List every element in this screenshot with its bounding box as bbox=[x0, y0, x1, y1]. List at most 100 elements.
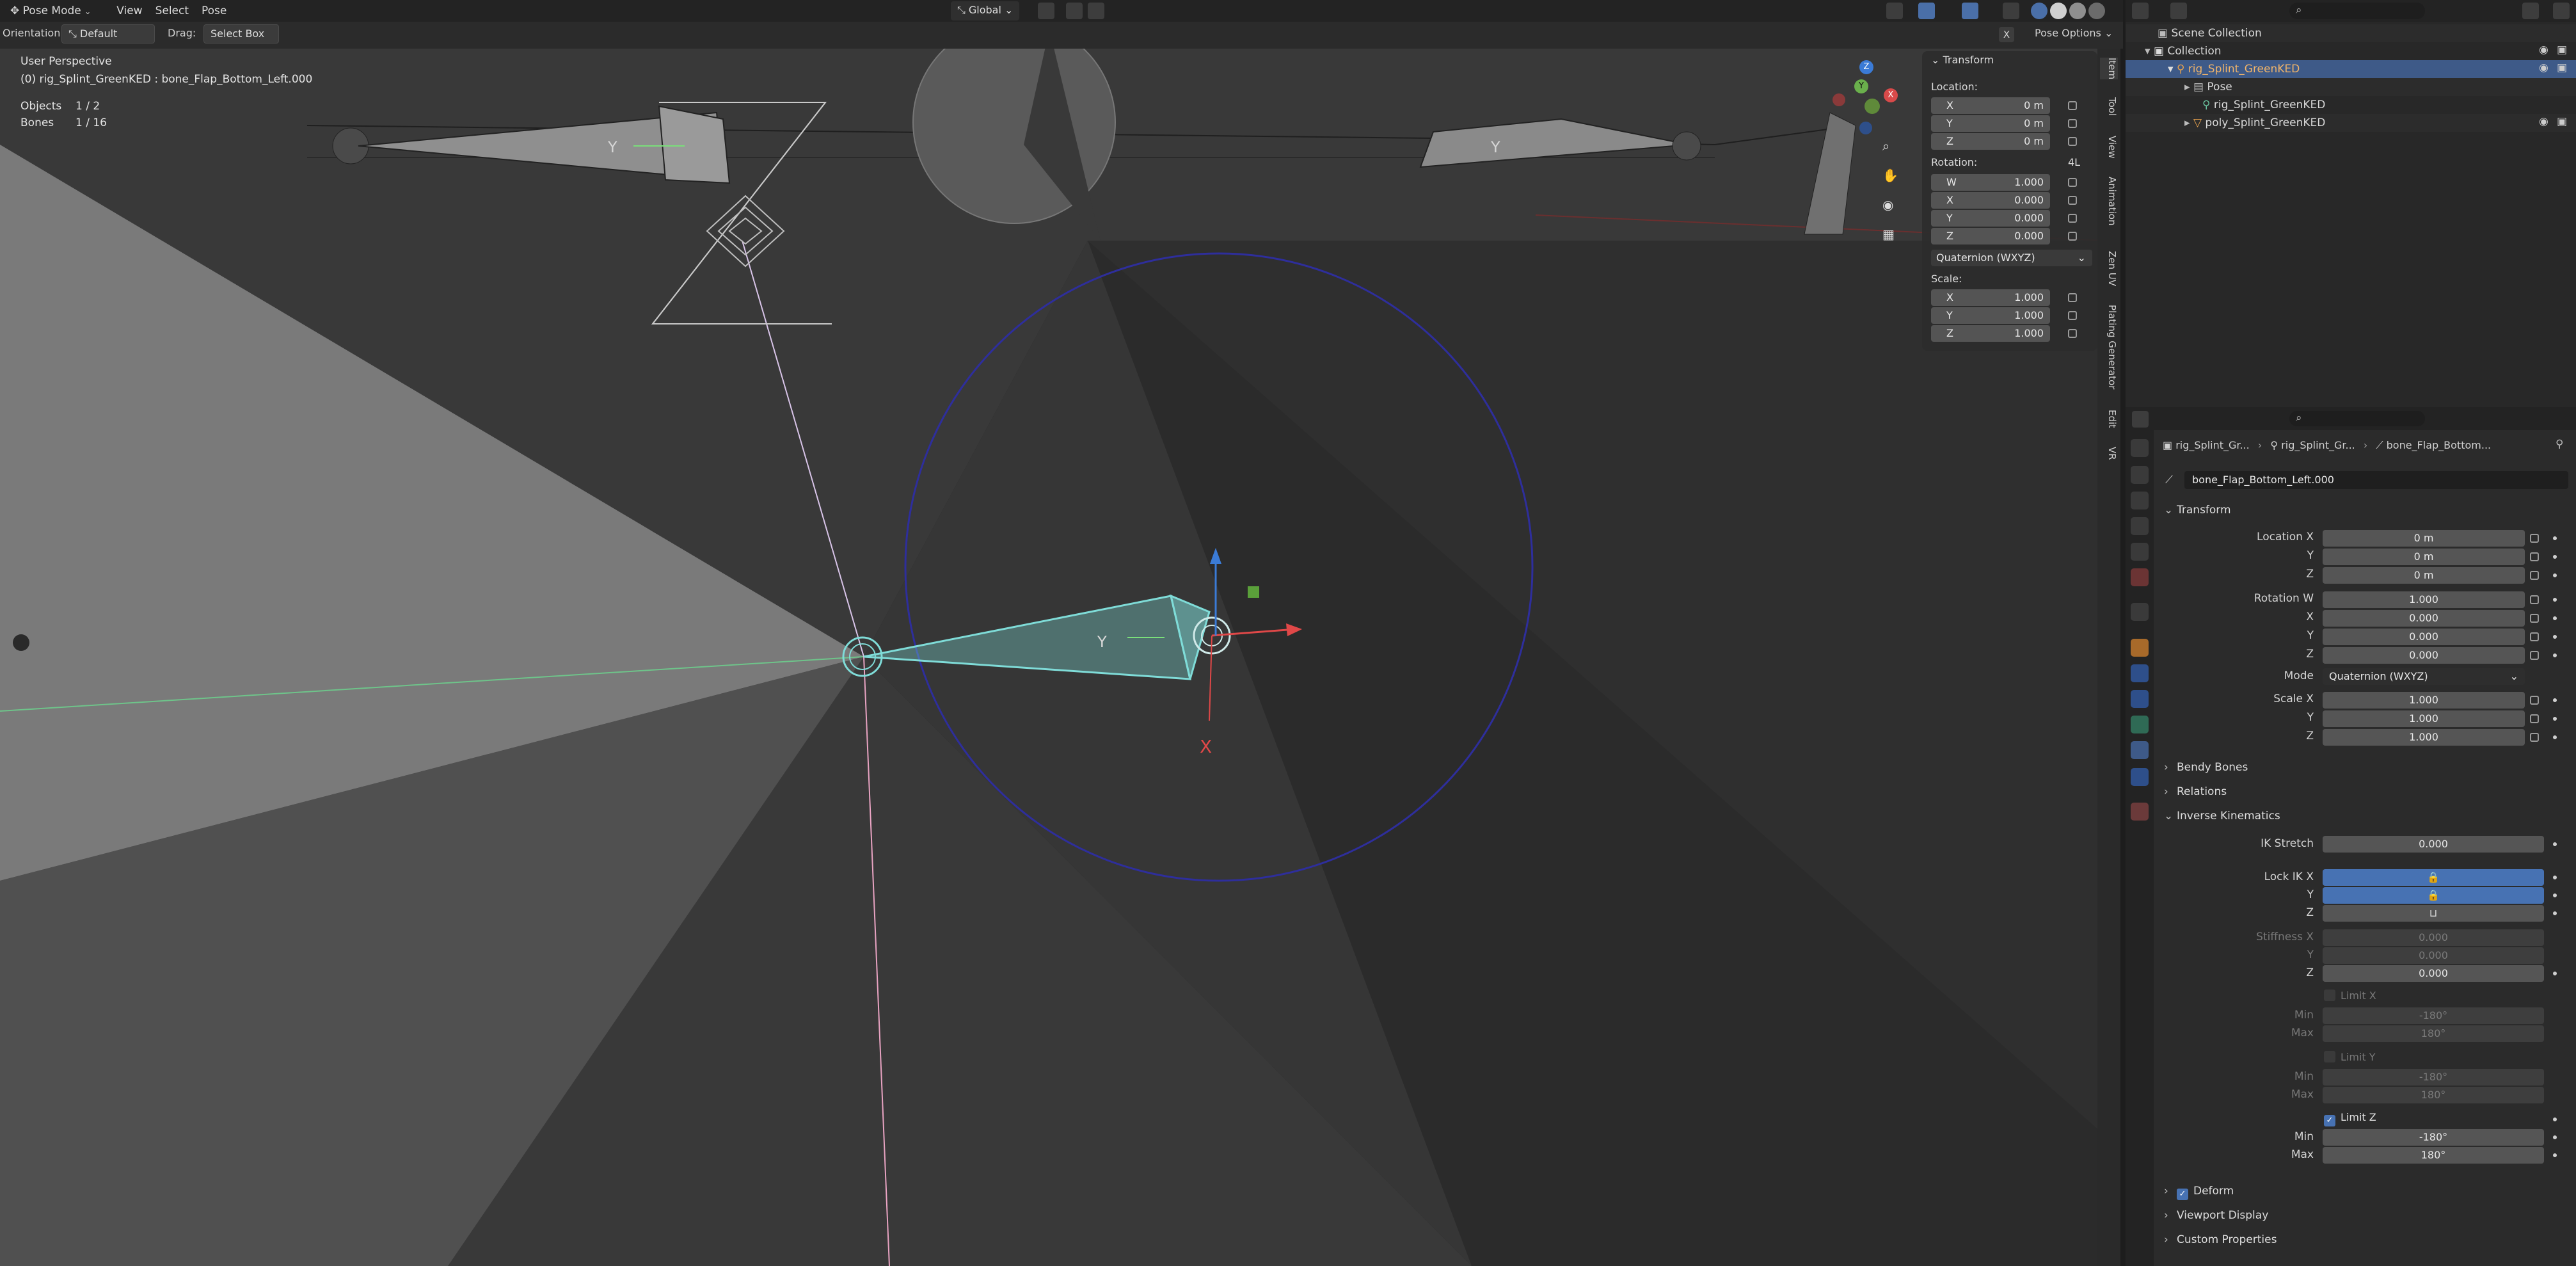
display-mode-icon[interactable] bbox=[2170, 3, 2187, 19]
physics-tab-icon[interactable] bbox=[2131, 690, 2149, 708]
np-rotation-w[interactable]: W 1.000 bbox=[1931, 174, 2050, 191]
outliner-scene-collection[interactable]: ▣ Scene Collection bbox=[2126, 24, 2576, 42]
lock-icon[interactable] bbox=[2068, 311, 2077, 320]
keyframe-dot[interactable] bbox=[2553, 1135, 2557, 1139]
collection-tab-icon[interactable] bbox=[2131, 603, 2149, 621]
transform-section-header[interactable]: ⌄ Transform bbox=[2164, 499, 2567, 521]
tab-item[interactable]: Item bbox=[2100, 58, 2118, 80]
keyframe-dot[interactable] bbox=[2553, 842, 2557, 846]
np-scale-x[interactable]: X 1.000 bbox=[1931, 289, 2050, 306]
orientation-dropdown[interactable]: ⤡ Default bbox=[61, 24, 155, 44]
keyframe-dot[interactable] bbox=[2553, 555, 2557, 559]
scene-tab-icon[interactable] bbox=[2131, 543, 2149, 561]
lock-icon[interactable] bbox=[2530, 651, 2539, 660]
lock-icon[interactable] bbox=[2068, 178, 2077, 187]
tool-tab-icon[interactable] bbox=[2131, 439, 2149, 457]
world-tab-icon[interactable] bbox=[2131, 568, 2149, 586]
pan-hand-icon[interactable]: ✋ bbox=[1882, 168, 1899, 184]
keyframe-dot[interactable] bbox=[2553, 735, 2557, 739]
lock-icon[interactable] bbox=[2068, 196, 2077, 205]
transform-orientation-dropdown[interactable]: ⤡ Global ⌄ bbox=[951, 1, 1020, 20]
np-rotation-mode-dropdown[interactable]: Quaternion (WXYZ) ⌄ bbox=[1931, 250, 2092, 266]
relations-section-header[interactable]: › Relations bbox=[2164, 781, 2567, 803]
breadcrumb-object[interactable]: rig_Splint_Gr... bbox=[2175, 439, 2250, 451]
camera-icon[interactable]: ▣ bbox=[2557, 61, 2567, 74]
camera-view-icon[interactable]: ◉ bbox=[1882, 197, 1899, 214]
keyframe-dot[interactable] bbox=[2553, 717, 2557, 721]
tab-plating-generator[interactable]: Plating Generator bbox=[2100, 305, 2118, 389]
view-layer-tab-icon[interactable] bbox=[2131, 517, 2149, 535]
stiffness-y-field[interactable]: 0.000 bbox=[2323, 947, 2544, 964]
pivot-point-icon[interactable] bbox=[1038, 3, 1054, 19]
np-location-y[interactable]: Y 0 m bbox=[1931, 115, 2050, 132]
inverse-kinematics-section-header[interactable]: ⌄ Inverse Kinematics bbox=[2164, 805, 2567, 827]
navigation-gizmo[interactable]: Z Y X bbox=[1817, 55, 1913, 151]
eye-icon[interactable]: ◉ bbox=[2539, 115, 2548, 128]
tab-zen-uv[interactable]: Zen UV bbox=[2100, 251, 2118, 286]
rotation-z-field[interactable]: 0.000 bbox=[2323, 647, 2525, 664]
rendered-shading-icon[interactable] bbox=[2088, 3, 2105, 19]
deform-section-header[interactable]: › ✓ Deform bbox=[2164, 1180, 2567, 1202]
np-location-z[interactable]: Z 0 m bbox=[1931, 133, 2050, 150]
keyframe-dot[interactable] bbox=[2553, 911, 2557, 915]
rotation-y-field[interactable]: 0.000 bbox=[2323, 629, 2525, 645]
nav-neg-y-icon[interactable] bbox=[1864, 99, 1880, 114]
zoom-icon[interactable]: ⌕ bbox=[1882, 138, 1899, 155]
limit-x-checkbox[interactable]: Limit X bbox=[2324, 990, 2376, 1002]
stiffness-z-field[interactable]: 0.000 bbox=[2323, 965, 2544, 982]
lock-icon[interactable] bbox=[2068, 137, 2077, 146]
outliner-collection[interactable]: ▾ ▣ Collection bbox=[2126, 42, 2576, 60]
keyframe-dot[interactable] bbox=[2553, 653, 2557, 657]
pose-options-button[interactable]: Pose Options ⌄ bbox=[2035, 27, 2113, 39]
tab-tool[interactable]: Tool bbox=[2100, 97, 2118, 116]
rotation-x-field[interactable]: 0.000 bbox=[2323, 610, 2525, 627]
nav-neg-x-icon[interactable] bbox=[1833, 93, 1845, 106]
breadcrumb-armature[interactable]: rig_Splint_Gr... bbox=[2281, 439, 2355, 451]
tab-edit[interactable]: Edit bbox=[2100, 410, 2118, 428]
gizmo-toggle-icon[interactable] bbox=[1918, 3, 1935, 19]
tab-animation[interactable]: Animation bbox=[2100, 177, 2118, 225]
lock-icon[interactable] bbox=[2530, 714, 2539, 723]
location-z-field[interactable]: 0 m bbox=[2323, 567, 2525, 584]
lock-ik-y-toggle[interactable]: 🔒 bbox=[2323, 887, 2544, 904]
lock-icon[interactable] bbox=[2530, 632, 2539, 641]
keyframe-dot[interactable] bbox=[2553, 598, 2557, 602]
lock-icon[interactable] bbox=[2068, 101, 2077, 110]
tab-view[interactable]: View bbox=[2100, 136, 2118, 159]
perspective-toggle-icon[interactable]: ▦ bbox=[1882, 227, 1899, 243]
snap-icon[interactable] bbox=[1066, 3, 1083, 19]
left-toolbar-toggle-icon[interactable] bbox=[13, 634, 29, 651]
snap-target-icon[interactable] bbox=[1088, 3, 1104, 19]
gizmo-plane-handle[interactable] bbox=[1248, 586, 1259, 598]
lock-icon[interactable] bbox=[2068, 119, 2077, 128]
bone-constraint-tab-icon[interactable] bbox=[2131, 768, 2149, 786]
keyframe-dot[interactable] bbox=[2553, 698, 2557, 702]
bone-tab-icon[interactable] bbox=[2131, 741, 2149, 759]
tab-vr[interactable]: VR bbox=[2100, 447, 2118, 460]
outliner-pose[interactable]: ▸ ▤ Pose bbox=[2126, 78, 2576, 96]
outliner-armature-data[interactable]: ⚲ rig_Splint_GreenKED bbox=[2126, 96, 2576, 114]
keyframe-dot[interactable] bbox=[2553, 536, 2557, 540]
ik-stretch-field[interactable]: 0.000 bbox=[2323, 836, 2544, 853]
texture-tab-icon[interactable] bbox=[2131, 803, 2149, 821]
lock-icon[interactable] bbox=[2530, 595, 2539, 604]
nav-neg-z-icon[interactable] bbox=[1859, 122, 1872, 134]
new-collection-icon[interactable] bbox=[2553, 3, 2570, 19]
visibility-icon[interactable] bbox=[1886, 3, 1903, 19]
viewport-display-section-header[interactable]: › Viewport Display bbox=[2164, 1205, 2567, 1226]
menu-select[interactable]: Select bbox=[149, 1, 195, 20]
np-rotation-x[interactable]: X 0.000 bbox=[1931, 192, 2050, 209]
eye-icon[interactable]: ◉ bbox=[2539, 61, 2548, 74]
lock-icon[interactable] bbox=[2068, 329, 2077, 338]
lock-icon[interactable] bbox=[2530, 733, 2539, 742]
overlay-toggle-icon[interactable] bbox=[1962, 3, 1978, 19]
output-tab-icon[interactable] bbox=[2131, 492, 2149, 509]
nav-z-axis-icon[interactable]: Z bbox=[1859, 60, 1873, 74]
pin-icon[interactable]: ⚲ bbox=[2556, 438, 2563, 451]
3d-viewport[interactable]: Y Y Y X User Perspective (0) rig_Splint_… bbox=[0, 49, 2106, 1266]
mode-selector[interactable]: ✥ Pose Mode ⌄ bbox=[4, 1, 97, 20]
np-rotation-z[interactable]: Z 0.000 bbox=[1931, 228, 2050, 244]
scale-x-field[interactable]: 1.000 bbox=[2323, 692, 2525, 709]
filter-icon[interactable] bbox=[2522, 3, 2539, 19]
menu-view[interactable]: View bbox=[110, 1, 148, 20]
